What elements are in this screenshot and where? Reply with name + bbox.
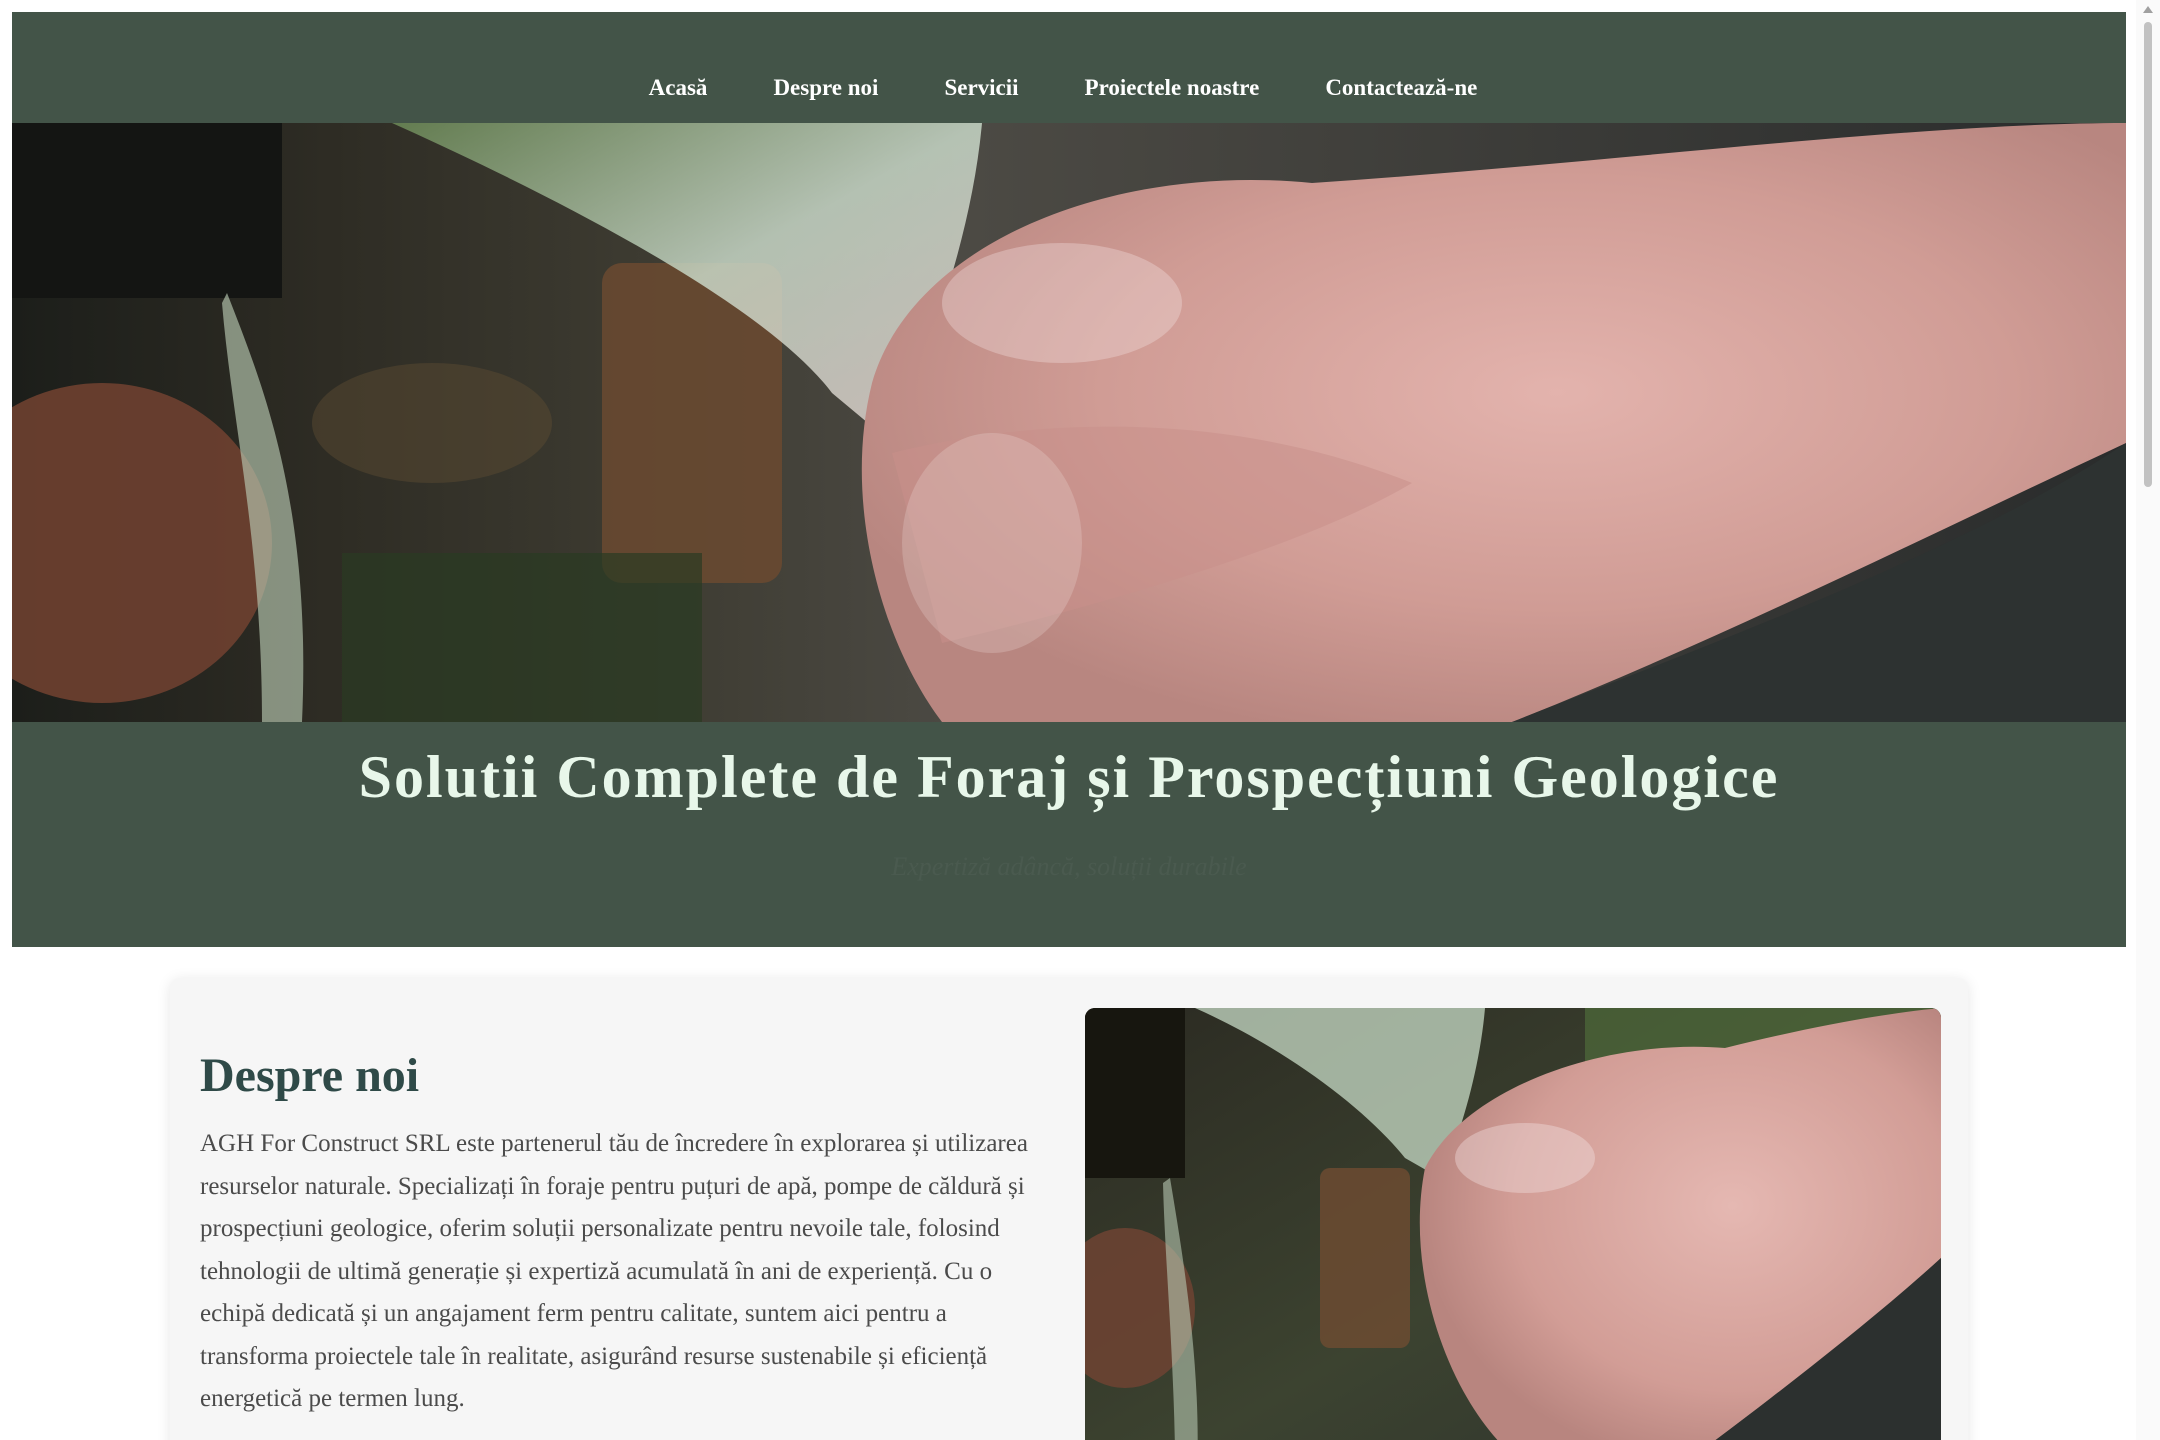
about-title: Despre noi (200, 1049, 420, 1102)
hero-image (12, 123, 2126, 722)
hero-title: Solutii Complete de Foraj și Prospecțiun… (358, 744, 1780, 810)
nav-item-despre-noi[interactable]: Despre noi (740, 75, 911, 101)
about-body: AGH For Construct SRL este partenerul tă… (200, 1130, 1028, 1412)
site: Acasă Despre noi Servicii Proiectele noa… (12, 12, 2126, 947)
hero-subtitle: Expertiză adâncă, soluții durabile (891, 852, 1247, 881)
scroll-up-arrow-icon[interactable] (2143, 6, 2153, 13)
nav-list: Acasă Despre noi Servicii Proiectele noa… (616, 75, 1511, 101)
scrollbar-thumb[interactable] (2144, 22, 2152, 487)
nav-item-proiecte[interactable]: Proiectele noastre (1052, 75, 1293, 101)
vertical-scrollbar[interactable] (2136, 0, 2160, 1440)
nav-item-servicii[interactable]: Servicii (911, 75, 1051, 101)
main-navbar: Acasă Despre noi Servicii Proiectele noa… (12, 12, 2126, 123)
page: Acasă Despre noi Servicii Proiectele noa… (0, 0, 2160, 1440)
nav-item-contact[interactable]: Contactează-ne (1292, 75, 1510, 101)
hero-banner: Solutii Complete de Foraj și Prospecțiun… (12, 722, 2126, 947)
about-text: Despre noi AGH For Construct SRL este pa… (200, 1048, 1060, 1421)
nav-item-acasa[interactable]: Acasă (616, 75, 741, 101)
about-image (1085, 1008, 1941, 1440)
about-section: Despre noi AGH For Construct SRL este pa… (170, 978, 1968, 1440)
